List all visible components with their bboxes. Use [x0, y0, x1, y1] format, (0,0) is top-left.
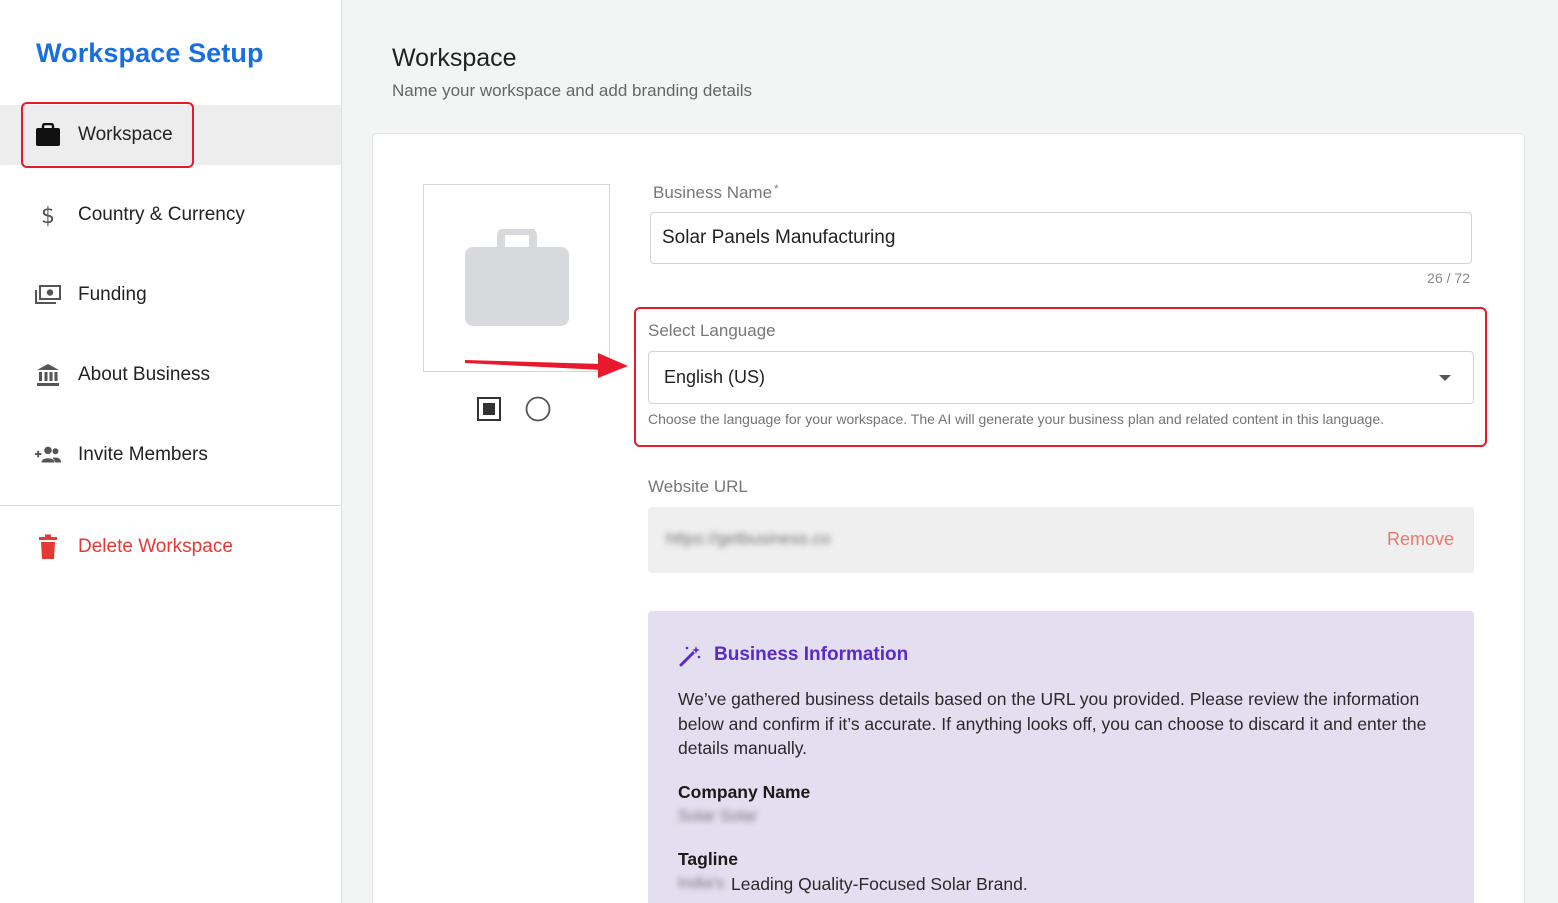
sidebar-item-label: Invite Members: [78, 444, 208, 465]
sidebar-item-about-business[interactable]: About Business: [0, 345, 341, 405]
chevron-down-icon: [1439, 375, 1451, 381]
language-value: English (US): [664, 367, 766, 387]
sidebar-item-country-currency[interactable]: $ Country & Currency: [0, 185, 341, 245]
website-url-field[interactable]: https://getbusiness.co Remove: [648, 507, 1474, 573]
business-information-panel: Business Information We’ve gathered busi…: [648, 611, 1474, 903]
sidebar-item-workspace[interactable]: Workspace: [0, 105, 341, 165]
app-title: Workspace Setup: [36, 38, 264, 68]
business-information-title: Business Information: [714, 644, 909, 665]
sidebar-item-funding[interactable]: Funding: [0, 265, 341, 325]
briefcase-icon: [34, 121, 62, 149]
square-shape-icon: [477, 397, 501, 421]
page-title: Workspace: [392, 44, 517, 72]
delete-workspace-label: Delete Workspace: [78, 536, 233, 557]
company-name-label: Company Name: [678, 782, 811, 802]
svg-text:$: $: [41, 204, 55, 228]
money-icon: [34, 281, 62, 309]
required-mark: *: [774, 183, 779, 195]
website-url-label: Website URL: [648, 477, 748, 496]
arrow-annotation-icon: [465, 353, 628, 378]
sidebar-item-label: About Business: [78, 364, 211, 385]
dollar-icon: $: [34, 201, 62, 229]
business-information-description: We’ve gathered business details based on…: [678, 689, 1427, 758]
language-label: Select Language: [648, 321, 776, 340]
website-url-value: https://getbusiness.co: [666, 529, 831, 548]
tagline-label: Tagline: [678, 849, 738, 869]
logo-placeholder-icon: [464, 229, 569, 326]
circle-shape-button[interactable]: [525, 396, 551, 422]
business-name-label: Business Name *: [653, 183, 778, 203]
tagline-value: Leading Quality-Focused Solar Brand.: [731, 874, 1028, 894]
business-name-label-text: Business Name: [653, 183, 773, 202]
tagline-prefix: India's: [678, 875, 724, 892]
remove-url-button[interactable]: Remove: [1387, 529, 1454, 550]
business-name-value: Solar Panels Manufacturing: [662, 227, 896, 248]
logo-upload-box[interactable]: [423, 184, 610, 372]
page-subtitle: Name your workspace and add branding det…: [392, 81, 753, 100]
magic-wand-icon: [679, 646, 701, 667]
sidebar-item-label: Funding: [78, 284, 147, 305]
business-name-counter: 26 / 72: [1427, 270, 1470, 286]
business-name-input[interactable]: Solar Panels Manufacturing: [650, 212, 1472, 264]
sidebar-item-invite-members[interactable]: Invite Members: [0, 425, 341, 485]
company-name-value: Solar Solar: [678, 808, 758, 825]
sidebar-item-label: Workspace: [78, 124, 173, 145]
sidebar-item-label: Country & Currency: [78, 204, 245, 225]
circle-shape-icon: [525, 396, 551, 422]
delete-workspace-button[interactable]: Delete Workspace: [0, 517, 341, 577]
sidebar: Workspace Setup Workspace $ Country & Cu…: [0, 0, 342, 903]
add-group-icon: [34, 441, 62, 469]
sidebar-divider: [0, 505, 341, 506]
language-select[interactable]: English (US): [648, 351, 1474, 404]
language-helper-text: Choose the language for your workspace. …: [648, 411, 1384, 427]
trash-icon: [34, 533, 62, 561]
square-shape-button[interactable]: [476, 396, 502, 422]
bank-icon: [34, 361, 62, 389]
